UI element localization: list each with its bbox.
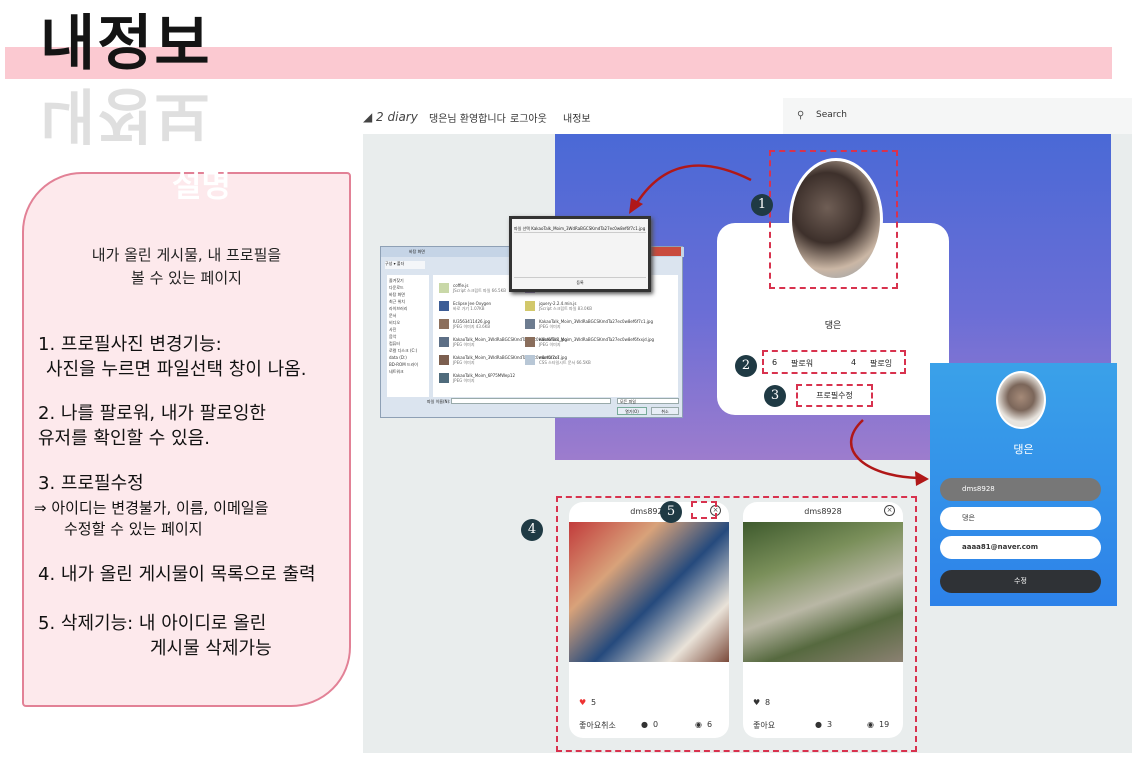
heart-icon[interactable]: ♥ (753, 698, 760, 707)
arrowhead-icon (915, 471, 929, 486)
app-screenshot: ◢ 2 diary 댕은님 환영합니다 로그아웃 내정보 ⚲ Search 1 … (363, 98, 1132, 753)
arrow-to-dialog (633, 164, 752, 207)
name-field[interactable]: 댕은 (940, 507, 1101, 530)
file-icon (525, 301, 535, 311)
close-icon[interactable] (651, 247, 681, 256)
file-item[interactable]: KakaoTalk_Moim_3WdRaBGCSKmdTa27ec0w8ef6f… (539, 319, 653, 329)
note-line: 유저를 확인할 수 있음. (38, 428, 210, 449)
selected-file: 파일 선택 KakaoTalk_Moim_3WdRaBGCSKmdTa27ec0… (514, 226, 646, 233)
file-item[interactable]: KakaoTalk_Moim_3WdRaBGCSKmdTa27ec0w8ef6f… (539, 337, 654, 347)
intro-line: 볼 수 있는 페이지 (131, 269, 242, 287)
intro-line: 내가 올린 게시물, 내 프로필을 (91, 246, 282, 264)
file-item[interactable]: IU3563411426.jpg JPEG 이미지 43.6KB (453, 319, 513, 329)
comment-icon[interactable]: ● (815, 720, 822, 729)
sidebar-item[interactable]: 즐겨찾기 (389, 277, 427, 284)
callout-number: 4 (521, 519, 543, 541)
file-icon (525, 319, 535, 329)
panel-intro: 내가 올린 게시물, 내 프로필을 볼 수 있는 페이지 (22, 244, 351, 290)
file-item[interactable]: coffie.js JScript 스크립트 파일 66.5KB (453, 283, 513, 293)
file-item[interactable]: jquery-2.2.4.min.js JScript 스크립트 파일 83.0K… (539, 301, 609, 311)
view-count: 6 (707, 720, 713, 729)
like-toggle[interactable]: 좋아요취소 (579, 720, 616, 731)
note-line: 수정할 수 있는 페이지 (64, 520, 203, 538)
submit-button[interactable]: 수정 (940, 570, 1101, 593)
view-count: 19 (879, 720, 890, 729)
file-item[interactable]: Eclipse Jee Oxygen 바로 가기 1.07KB (453, 301, 513, 311)
file-list: coffie.js JScript 스크립트 파일 66.5KB Eclipse … (433, 275, 678, 397)
sidebar-item[interactable]: 문서 (389, 312, 427, 319)
eye-icon: ◉ (867, 720, 874, 729)
organize-menu[interactable]: 구성 ▾ 폴더 (385, 261, 425, 269)
sidebar-item[interactable]: 바탕 화면 (389, 291, 427, 298)
heart-icon[interactable]: ♥ (579, 698, 586, 707)
like-count: 8 (765, 698, 771, 707)
sidebar-item[interactable]: 네트워크 (389, 368, 427, 375)
file-icon (439, 337, 449, 347)
post-card: dms8928 × ♥ 5 좋아요취소 ● 0 ◉ 6 (569, 502, 729, 738)
sidebar-item[interactable]: BD-ROM 드라이 (389, 361, 427, 368)
like-toggle[interactable]: 좋아요 (753, 720, 775, 731)
page-title-reflection: 내정보 (40, 79, 212, 149)
file-icon (439, 319, 449, 329)
like-count: 5 (591, 698, 597, 707)
arrow-to-edit (849, 419, 919, 480)
note-line: 3. 프로필수정 (38, 473, 144, 494)
sidebar-item[interactable]: 최근 위치 (389, 298, 427, 305)
callout-box-5 (691, 501, 717, 519)
file-icon (439, 301, 449, 311)
comment-count: 0 (653, 720, 659, 729)
upload-modal: 파일 선택 KakaoTalk_Moim_3WdRaBGCSKmdTa27ec0… (509, 216, 651, 292)
note-line: 게시물 삭제가능 (150, 638, 272, 659)
note-line: 4. 내가 올린 게시물이 목록으로 출력 (38, 564, 316, 585)
file-icon (439, 283, 449, 293)
edit-name: 댕은 (1013, 443, 1034, 456)
file-icon (525, 337, 535, 347)
dialog-path: 바탕 화면 (409, 249, 425, 254)
panel-label: 설명 (172, 166, 231, 204)
post-photo[interactable] (569, 522, 729, 662)
filename-label: 파일 이름(N): (427, 399, 451, 404)
dialog-sidebar: 즐겨찾기 다운로드 바탕 화면 최근 위치 라이브러리 문서 비디오 사진 음악… (387, 275, 429, 397)
eye-icon: ◉ (695, 720, 702, 729)
file-icon (439, 355, 449, 365)
sidebar-item[interactable]: 음악 (389, 333, 427, 340)
email-field[interactable]: aaaa81@naver.com (940, 536, 1101, 559)
open-button[interactable]: 열기(O) (617, 407, 647, 415)
note-line: 1. 프로필사진 변경기능: (38, 334, 222, 355)
sidebar-item[interactable]: 로컬 디스크 (C:) (389, 347, 427, 354)
file-type-select[interactable]: 모든 파일 (617, 398, 679, 404)
file-item[interactable]: mama.css CSS 스타일시트 문서 66.5KB (539, 355, 609, 365)
delete-icon[interactable]: × (884, 505, 895, 516)
arrowhead-icon (629, 198, 643, 214)
user-id-field: dms8928 (940, 478, 1101, 501)
sidebar-item[interactable]: 비디오 (389, 319, 427, 326)
post-card: dms8928 × ♥ 8 좋아요 ● 3 ◉ 19 (743, 502, 903, 738)
file-item[interactable]: KakaoTalk_Moim_3WdRaBGCSKmdTa27ec0w8ef6f… (453, 337, 567, 347)
note-line: 2. 나를 팔로워, 내가 팔로잉한 (38, 403, 266, 424)
file-icon (525, 355, 535, 365)
cancel-button[interactable]: 취소 (651, 407, 679, 415)
sidebar-item[interactable]: 다운로드 (389, 284, 427, 291)
post-user: dms8928 (804, 507, 842, 516)
note-line: 5. 삭제기능: 내 아이디로 올린 (38, 613, 267, 634)
edit-avatar[interactable] (996, 371, 1046, 429)
post-photo[interactable] (743, 522, 903, 662)
filename-input[interactable] (451, 398, 611, 404)
note-line: 사진을 누르면 파일선택 창이 나옴. (46, 359, 307, 380)
file-icon (439, 373, 449, 383)
comment-count: 3 (827, 720, 833, 729)
register-button[interactable]: 등록 (514, 277, 646, 286)
file-item[interactable]: KakaoTalk_Moim_6P75MWep12 JPEG 이미지 (453, 373, 515, 383)
callout-number: 5 (660, 501, 682, 523)
sidebar-item[interactable]: 사진 (389, 326, 427, 333)
file-item[interactable]: KakaoTalk_Moim_3WdRaBGCSKmdTa27ec0w8ef6f… (453, 355, 567, 365)
sidebar-item[interactable]: 라이브러리 (389, 305, 427, 312)
edit-profile-panel: 댕은 dms8928 댕은 aaaa81@naver.com 수정 (930, 363, 1117, 606)
comment-icon[interactable]: ● (641, 720, 648, 729)
page-title: 내정보 (40, 9, 212, 79)
sidebar-item[interactable]: data (D:) (389, 354, 427, 361)
sidebar-item[interactable]: 컴퓨터 (389, 340, 427, 347)
